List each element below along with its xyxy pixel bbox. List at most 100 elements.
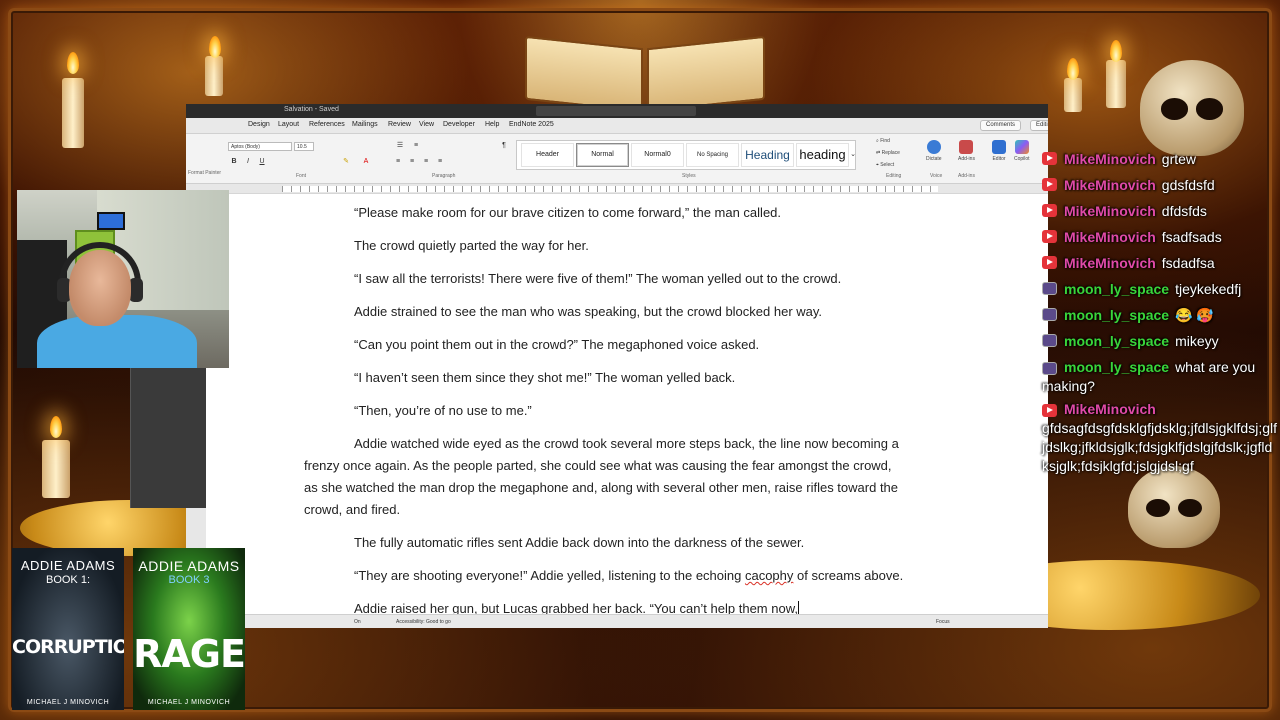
- replace-button[interactable]: ⇄ Replace: [876, 150, 900, 156]
- find-button[interactable]: ⌕ Find: [876, 138, 890, 144]
- font-name-select[interactable]: Aptos (Body): [228, 142, 292, 151]
- chat-message: MikeMinovich fsdadfsa: [1042, 250, 1278, 276]
- cover-book-number: BOOK 1:: [45, 574, 91, 586]
- chat-username: moon_ly_space: [1064, 281, 1170, 297]
- twitch-icon: [1042, 282, 1057, 295]
- align-center-icon[interactable]: ≡: [408, 158, 416, 166]
- style-no-spacing[interactable]: No Spacing: [686, 143, 739, 167]
- style-normal0[interactable]: Normal0: [631, 143, 684, 167]
- cover-title: RAGE: [133, 632, 245, 676]
- underline-icon[interactable]: U: [258, 158, 266, 166]
- group-label-editing: Editing: [886, 173, 902, 179]
- twitch-icon: [1042, 334, 1057, 347]
- grid-icon: [959, 140, 974, 154]
- style-heading[interactable]: Heading: [741, 143, 794, 167]
- paragraph: “I saw all the terrorists! There were fi…: [354, 271, 842, 286]
- flame-icon: [1067, 58, 1079, 80]
- highlight-icon[interactable]: ✎: [342, 158, 350, 166]
- bullets-icon[interactable]: ☰: [396, 142, 404, 150]
- side-panel: [130, 368, 206, 508]
- numbering-icon[interactable]: ≡: [412, 142, 420, 150]
- align-right-icon[interactable]: ≡: [422, 158, 430, 166]
- pilcrow-icon[interactable]: ¶: [500, 142, 508, 150]
- paragraph-continuation: frenzy once again. As the people parted,…: [304, 458, 892, 473]
- tab-developer[interactable]: Developer: [443, 121, 475, 128]
- tab-endnote[interactable]: EndNote 2025: [509, 121, 554, 128]
- group-label-styles: Styles: [682, 173, 696, 179]
- candle-right-small: [1064, 78, 1082, 112]
- copilot-button[interactable]: Copilot: [1014, 140, 1030, 162]
- chat-username: moon_ly_space: [1064, 359, 1170, 375]
- group-label-voice: Voice: [930, 173, 943, 179]
- chat-text: gdsfdsfd: [1161, 177, 1215, 193]
- word-window: Salvation - Saved Design Layout Referenc…: [186, 104, 1048, 628]
- bold-icon[interactable]: B: [230, 158, 238, 166]
- document-page[interactable]: “Please make room for our brave citizen …: [206, 194, 1048, 616]
- comments-button[interactable]: Comments: [980, 120, 1022, 131]
- font-color-icon[interactable]: A: [362, 158, 370, 166]
- document-title: Salvation - Saved: [284, 106, 339, 113]
- chat-text: grtew: [1161, 151, 1197, 167]
- chat-username: moon_ly_space: [1064, 307, 1170, 323]
- italic-icon[interactable]: I: [244, 158, 252, 166]
- twitch-icon: [1042, 362, 1057, 375]
- chat-username: MikeMinovich: [1064, 151, 1156, 167]
- style-header[interactable]: Header: [521, 143, 574, 167]
- tab-view[interactable]: View: [419, 121, 434, 128]
- cover-title: CORRUPTION: [12, 636, 124, 658]
- chat-message: moon_ly_space mikeyy: [1042, 328, 1278, 354]
- chat-username: MikeMinovich: [1064, 203, 1156, 219]
- spelling-error[interactable]: cacophy: [745, 568, 793, 583]
- tab-mailings[interactable]: Mailings: [352, 121, 378, 128]
- cover-book-number: BOOK 3: [168, 574, 210, 586]
- horizontal-ruler[interactable]: [186, 184, 1048, 194]
- paragraph: “Please make room for our brave citizen …: [354, 205, 782, 220]
- chat-username: moon_ly_space: [1064, 333, 1170, 349]
- chat-message: moon_ly_space tjeykekedfj: [1042, 276, 1278, 302]
- group-label-clipboard: Format Painter: [188, 170, 222, 176]
- tab-help[interactable]: Help: [485, 121, 499, 128]
- align-left-icon[interactable]: ≡: [394, 158, 402, 166]
- tab-references[interactable]: References: [309, 121, 345, 128]
- twitch-icon: [1042, 308, 1057, 321]
- editor-button[interactable]: Editor: [992, 140, 1006, 162]
- addins-button[interactable]: Add-ins: [958, 140, 975, 162]
- cover-series: ADDIE ADAMS: [20, 558, 116, 573]
- paragraph: “I haven’t seen them since they shot me!…: [354, 370, 736, 385]
- ribbon-toolbar: Format Painter Aptos (Body) 10.5 B I U ✎…: [186, 134, 1048, 184]
- chat-overlay: MikeMinovich grtew MikeMinovich gdsfdsfd M…: [1042, 146, 1278, 506]
- chat-message: MikeMinovich gdsfdsfd: [1042, 172, 1278, 198]
- book-cover-corruption: ADDIE ADAMS BOOK 1: CORRUPTION MICHAEL J…: [12, 548, 124, 710]
- select-button[interactable]: ⌖ Select: [876, 162, 894, 168]
- flame-icon: [67, 52, 79, 74]
- tab-layout[interactable]: Layout: [278, 121, 299, 128]
- youtube-icon: [1042, 404, 1057, 417]
- chat-message: moon_ly_space what are you making?: [1042, 354, 1278, 396]
- group-label-addins: Add-ins: [958, 173, 975, 179]
- youtube-icon: [1042, 152, 1057, 165]
- search-box[interactable]: [536, 106, 696, 116]
- paragraph-continuation: crowd, and fired.: [304, 502, 401, 517]
- title-bar: Salvation - Saved: [186, 104, 1048, 118]
- gallery-more-icon[interactable]: ⌄: [849, 151, 857, 159]
- editing-mode-button[interactable]: Editing: [1030, 120, 1048, 131]
- tab-review[interactable]: Review: [388, 121, 411, 128]
- tab-design[interactable]: Design: [248, 121, 270, 128]
- focus-button[interactable]: Focus: [936, 619, 950, 625]
- track-changes-status[interactable]: On: [354, 619, 361, 625]
- candle-left-top: [62, 78, 84, 148]
- font-size-select[interactable]: 10.5: [294, 142, 314, 151]
- style-normal[interactable]: Normal: [576, 143, 629, 167]
- accessibility-status[interactable]: Accessibility: Good to go: [396, 619, 451, 625]
- style-heading-lower[interactable]: heading: [796, 143, 849, 167]
- dictate-button[interactable]: Dictate: [926, 140, 942, 162]
- paragraph: The fully automatic rifles sent Addie ba…: [354, 535, 805, 550]
- chat-username: MikeMinovich: [1064, 255, 1156, 271]
- chat-text: fsdadfsa: [1161, 255, 1215, 271]
- chat-message: MikeMinovich grtew: [1042, 146, 1278, 172]
- flame-icon: [50, 416, 62, 438]
- justify-icon[interactable]: ≡: [436, 158, 444, 166]
- paragraph-continuation: as she watched the man drop the megaphon…: [304, 480, 899, 495]
- cover-series: ADDIE ADAMS: [138, 558, 240, 574]
- paragraph: The crowd quietly parted the way for her…: [354, 238, 589, 253]
